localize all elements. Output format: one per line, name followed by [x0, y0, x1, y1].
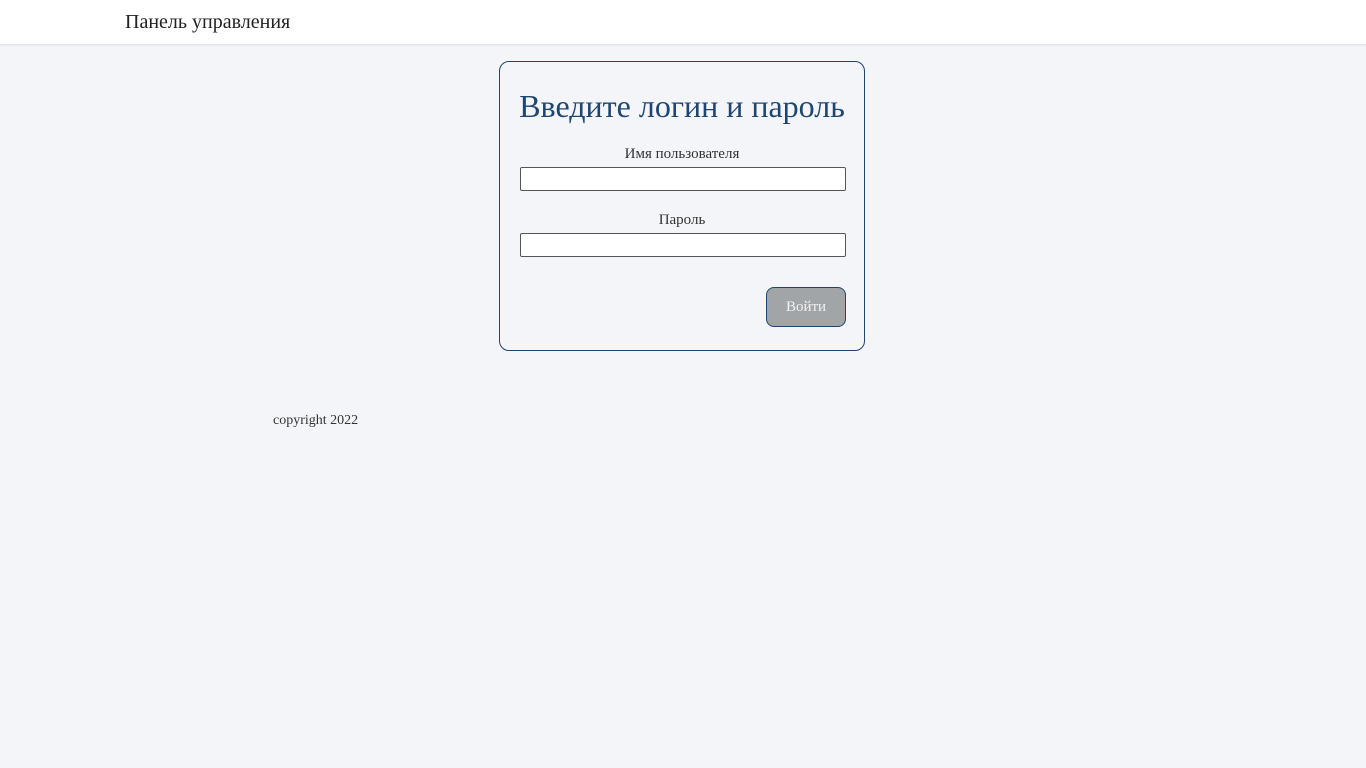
- username-label: Имя пользователя: [624, 146, 740, 162]
- password-label: Пароль: [658, 212, 706, 228]
- top-navbar: Панель управления: [0, 0, 1366, 45]
- login-button[interactable]: Войти: [766, 287, 846, 327]
- brand-link[interactable]: Панель управления: [125, 10, 290, 34]
- password-input[interactable]: [520, 233, 846, 257]
- login-title: Введите логин и пароль: [519, 88, 845, 124]
- footer-copyright: copyright 2022: [273, 413, 359, 428]
- username-input[interactable]: [520, 167, 846, 191]
- login-form: Введите логин и пароль Имя пользователя …: [499, 61, 865, 351]
